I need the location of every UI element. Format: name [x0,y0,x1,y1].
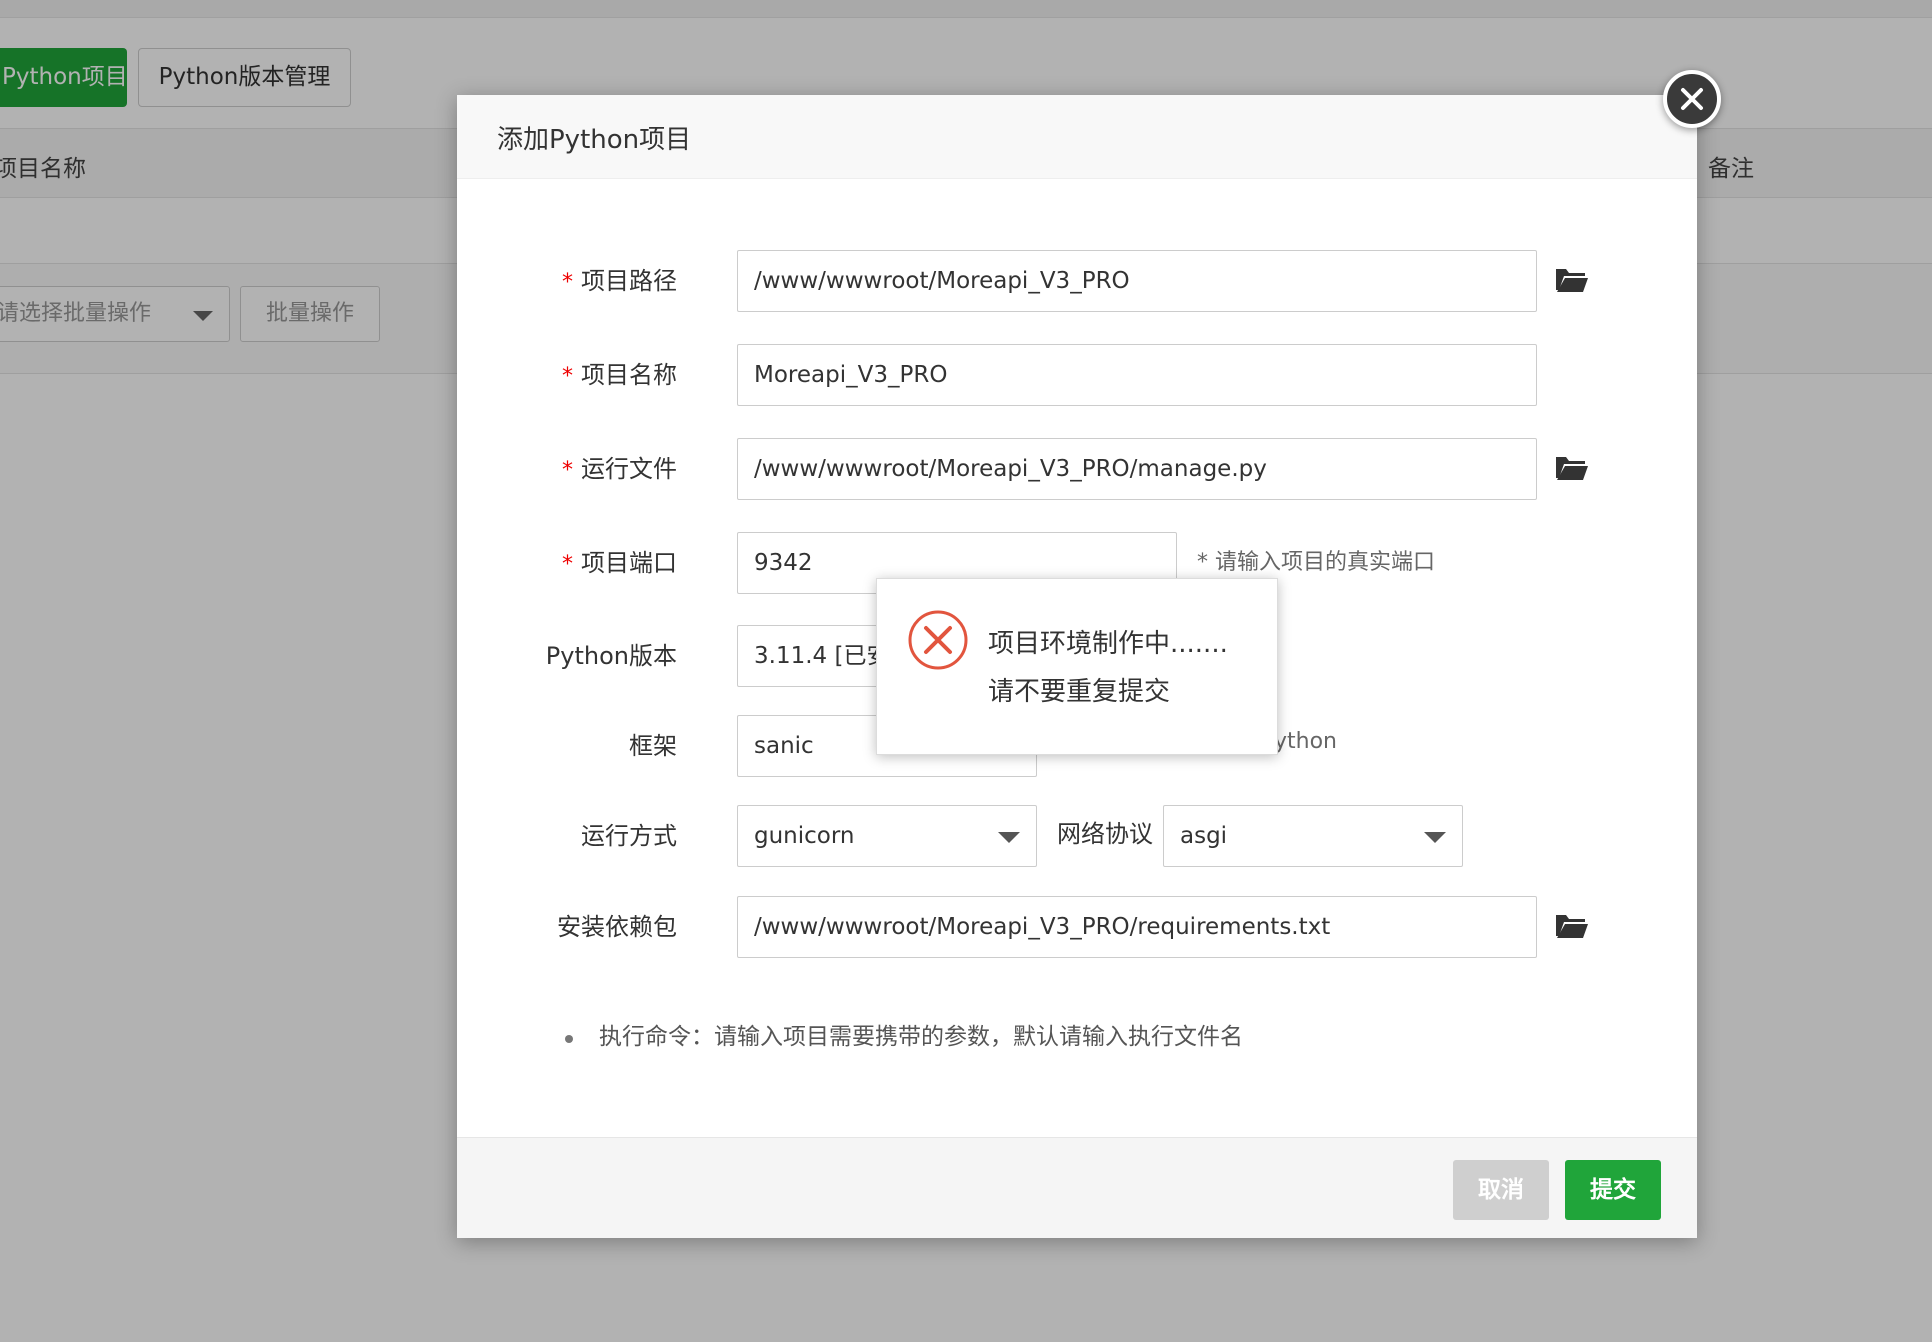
project-name-input[interactable]: Moreapi_V3_PRO [737,344,1537,406]
run-mode-label: 运行方式 [581,822,677,850]
folder-open-icon[interactable] [1555,265,1589,293]
note-bullet [565,1035,573,1043]
dialog-title: 添加Python项目 [497,125,692,155]
project-name-label-text: 项目名称 [581,361,677,389]
chevron-down-icon [998,832,1020,843]
required-mark: * [562,458,573,483]
requirements-label: 安装依赖包 [557,913,677,941]
python-version-value: 3.11.4 [已安 [754,643,890,669]
folder-open-icon[interactable] [1555,911,1589,939]
python-version-label: Python版本 [545,642,677,670]
run-mode-select[interactable]: gunicorn [737,805,1037,867]
execute-command-note: 执行命令：请输入项目需要携带的参数，默认请输入执行文件名 [599,1024,1243,1050]
project-path-input[interactable]: /www/wwwroot/Moreapi_V3_PRO [737,250,1537,312]
project-path-label-text: 项目路径 [581,267,677,295]
framework-label: 框架 [629,732,677,760]
network-protocol-select[interactable]: asgi [1163,805,1463,867]
requirements-input[interactable]: /www/wwwroot/Moreapi_V3_PRO/requirements… [737,896,1537,958]
project-path-label: * 项目路径 [497,250,677,312]
network-protocol-label: 网络协议 [1057,820,1153,848]
run-file-label-text: 运行文件 [581,455,677,483]
project-name-label: * 项目名称 [497,344,677,406]
run-mode-value: gunicorn [754,823,855,849]
required-mark: * [562,552,573,577]
project-port-label-text: 项目端口 [581,549,677,577]
framework-hint: ython [1274,729,1337,754]
required-mark: * [562,270,573,295]
network-protocol-value: asgi [1180,823,1228,849]
run-file-input[interactable]: /www/wwwroot/Moreapi_V3_PRO/manage.py [737,438,1537,500]
submit-button[interactable]: 提交 [1565,1160,1661,1220]
project-port-label: * 项目端口 [497,532,677,594]
dialog-header: 添加Python项目 [457,95,1697,179]
folder-open-icon[interactable] [1555,453,1589,481]
chevron-down-icon [1424,832,1446,843]
toast-message-line1: 项目环境制作中....... [988,629,1228,659]
error-circle-icon [908,610,968,670]
framework-value: sanic [754,733,814,759]
dialog-footer: 取消 提交 [457,1137,1697,1238]
required-mark: * [562,364,573,389]
run-file-label: * 运行文件 [497,438,677,500]
error-toast: 项目环境制作中....... 请不要重复提交 [876,578,1278,755]
dialog-close-button[interactable] [1663,70,1721,128]
toast-message-line2: 请不要重复提交 [988,677,1171,707]
close-icon [1681,88,1703,110]
cancel-button[interactable]: 取消 [1453,1160,1549,1220]
